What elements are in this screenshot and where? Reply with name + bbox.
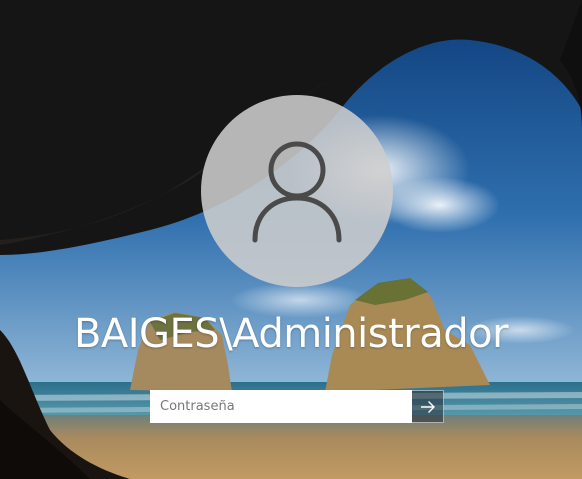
person-icon bbox=[252, 141, 342, 243]
user-avatar bbox=[201, 95, 393, 287]
arrow-right-icon bbox=[420, 400, 435, 413]
password-row bbox=[150, 390, 444, 423]
cloud bbox=[380, 177, 500, 233]
password-input[interactable] bbox=[150, 390, 412, 423]
submit-button[interactable] bbox=[412, 390, 444, 423]
username-label: BAIGES\Administrador bbox=[73, 311, 509, 357]
lock-screen: BAIGES\Administrador bbox=[0, 0, 582, 479]
